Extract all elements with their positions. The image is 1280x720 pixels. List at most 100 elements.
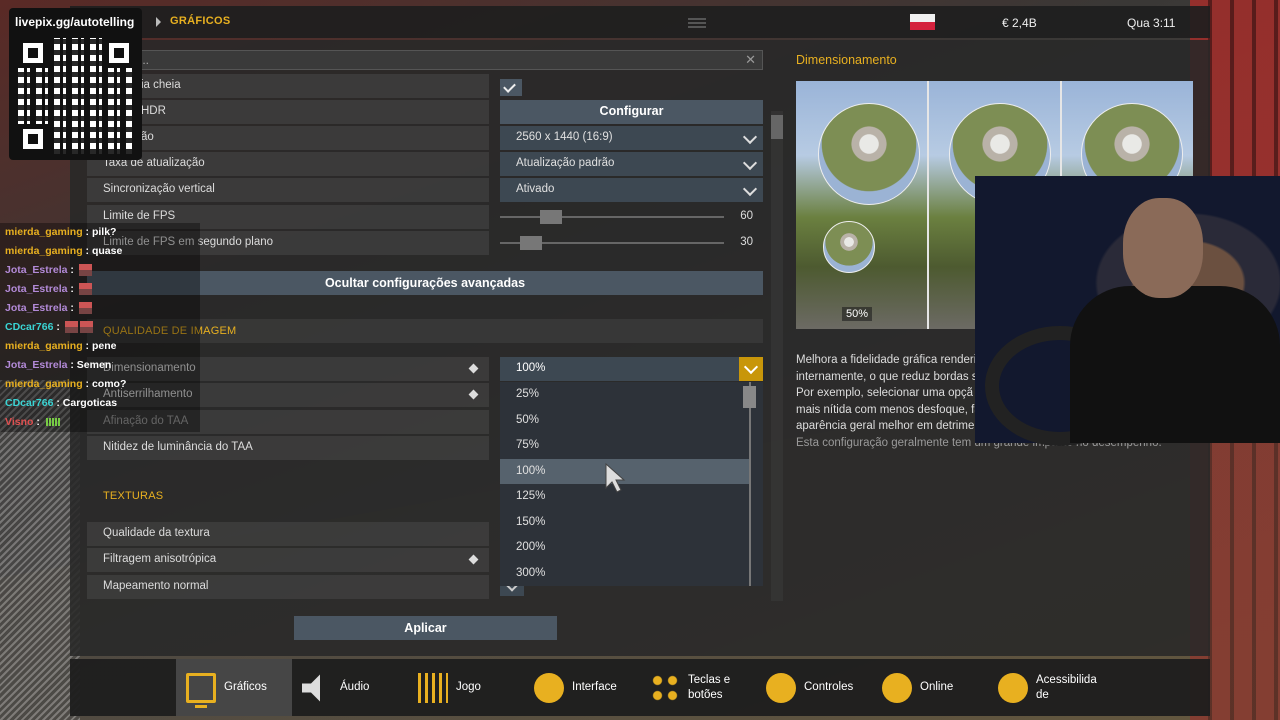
- donation-qr-widget: livepix.gg/autotelling: [9, 8, 142, 160]
- menu-icon[interactable]: [688, 16, 706, 28]
- option-label: 50%: [516, 413, 540, 426]
- chevron-down-icon[interactable]: [739, 126, 763, 150]
- fullscreen-checkbox[interactable]: [500, 79, 522, 96]
- modified-marker-icon: [468, 389, 479, 400]
- chat-text: Cargoticas: [62, 397, 118, 409]
- scaling-option[interactable]: 75%: [500, 433, 750, 458]
- chat-emote-icon: [64, 321, 78, 334]
- breadcrumb-arrow-icon: [156, 17, 161, 27]
- bottom-nav: Gráficos Áudio Jogo Interface Teclas e b…: [70, 659, 1210, 716]
- bg-fps-slider[interactable]: 30: [500, 231, 763, 255]
- slider-thumb[interactable]: [520, 236, 543, 250]
- tab-audio[interactable]: Áudio: [292, 659, 408, 716]
- scaling-option[interactable]: 25%: [500, 382, 750, 407]
- chevron-down-icon[interactable]: [739, 357, 763, 381]
- tab-accessibility[interactable]: Acessibilida de: [988, 659, 1104, 716]
- chat-text: como?: [91, 378, 127, 390]
- zoom-lens: [818, 103, 920, 205]
- clear-search-icon[interactable]: ✕: [745, 52, 756, 68]
- option-label: 75%: [516, 439, 540, 451]
- sliders-icon: [418, 673, 448, 703]
- top-bar: GRÁFICOS € 2,4B Qua 3:11: [70, 6, 1210, 38]
- qr-finder-pattern: [18, 38, 48, 68]
- option-label: 300%: [516, 566, 546, 579]
- zoom-lens: [823, 221, 875, 273]
- settings-scrollbar[interactable]: [771, 111, 783, 601]
- tab-interface[interactable]: Interface: [524, 659, 640, 716]
- chat-username: mierda_gaming: [5, 245, 83, 257]
- chat-separator: :: [53, 397, 63, 409]
- tab-game[interactable]: Jogo: [408, 659, 524, 716]
- webcam-person-head: [1123, 198, 1203, 298]
- tab-label: Online: [920, 681, 954, 693]
- select-value: 100%: [516, 362, 546, 374]
- scaling-option[interactable]: 200%: [500, 535, 750, 560]
- fps-slider[interactable]: 60: [500, 205, 763, 229]
- chat-message: mierda_gaming : pene: [0, 337, 200, 356]
- globe-icon: [882, 673, 912, 703]
- chat-username: CDcar766: [5, 321, 54, 333]
- hdr-configure-button[interactable]: Configurar: [500, 100, 763, 124]
- setting-row-taa-luma[interactable]: Nitidez de luminância do TAA: [87, 436, 489, 460]
- vsync-select[interactable]: Ativado: [500, 178, 763, 202]
- tab-online[interactable]: Online: [872, 659, 988, 716]
- setting-label: Mapeamento normal: [103, 580, 209, 592]
- resolution-select[interactable]: 2560 x 1440 (16:9): [500, 126, 763, 150]
- webcam-person: [1070, 286, 1280, 443]
- select-value: 2560 x 1440 (16:9): [516, 131, 613, 143]
- chevron-down-icon[interactable]: [739, 178, 763, 202]
- setting-row-aniso[interactable]: Filtragem anisotrópica: [87, 548, 489, 572]
- chat-message: CDcar766 :: [0, 318, 200, 337]
- chat-emote-icon: [79, 321, 93, 334]
- chat-text: pilk?: [91, 226, 117, 238]
- refresh-select[interactable]: Atualização padrão: [500, 152, 763, 176]
- tab-keybindings[interactable]: Teclas e botões: [640, 659, 756, 716]
- setting-row-texture-quality[interactable]: Qualidade da textura: [87, 522, 489, 546]
- apply-button[interactable]: Aplicar: [294, 616, 557, 640]
- setting-label: Filtragem anisotrópica: [103, 553, 217, 565]
- scaling-select[interactable]: 100%: [500, 357, 763, 381]
- chat-separator: :: [67, 302, 77, 314]
- setting-label: Qualidade da textura: [103, 527, 210, 539]
- dropdown-scrollbar[interactable]: [743, 382, 756, 586]
- option-label: 150%: [516, 515, 546, 528]
- accessibility-icon: [998, 673, 1028, 703]
- setting-row-fullscreen[interactable]: ia cheia: [87, 74, 489, 98]
- setting-label: ão: [141, 131, 154, 143]
- chat-separator: :: [67, 359, 77, 371]
- chat-username: Visno: [5, 416, 34, 428]
- monitor-icon: [186, 673, 216, 708]
- chat-text: quase: [91, 245, 123, 257]
- scaling-option[interactable]: 50%: [500, 408, 750, 433]
- speaker-icon: [302, 674, 320, 702]
- tab-graphics[interactable]: Gráficos: [176, 659, 292, 716]
- chat-separator: :: [67, 264, 77, 276]
- description-line: mais nítida com menos desfoque, fa: [796, 403, 981, 416]
- scaling-option[interactable]: 150%: [500, 510, 750, 535]
- scrollbar-thumb[interactable]: [743, 386, 756, 408]
- scrollbar-thumb[interactable]: [771, 115, 783, 139]
- tab-label: Gráficos: [224, 681, 267, 693]
- setting-row-hdr: HDR: [87, 100, 489, 124]
- streamer-webcam: [975, 176, 1280, 446]
- chat-username: CDcar766: [5, 397, 54, 409]
- chat-message: Jota_Estrela :: [0, 261, 200, 280]
- description-line: Por exemplo, selecionar uma opçã: [796, 387, 974, 399]
- chat-emote-icon: [78, 302, 92, 315]
- qr-finder-pattern: [104, 38, 134, 68]
- breadcrumb[interactable]: GRÁFICOS: [170, 15, 230, 27]
- chevron-down-icon[interactable]: [739, 152, 763, 176]
- search-input[interactable]: ... ✕: [88, 50, 763, 70]
- slider-thumb[interactable]: [540, 210, 563, 224]
- slider-value: 60: [740, 210, 753, 222]
- chat-message: mierda_gaming : como?: [0, 375, 200, 394]
- modified-marker-icon: [468, 363, 479, 374]
- setting-row-normal-map[interactable]: Mapeamento normal: [87, 575, 489, 599]
- slider-track[interactable]: [500, 216, 724, 218]
- description-line: aparência geral melhor em detrimen: [796, 420, 981, 432]
- chat-separator: :: [67, 283, 77, 295]
- scaling-option[interactable]: 300%: [500, 561, 750, 586]
- preview-title: Dimensionamento: [796, 53, 897, 67]
- tab-label: Controles: [804, 681, 854, 693]
- tab-controls[interactable]: Controles: [756, 659, 872, 716]
